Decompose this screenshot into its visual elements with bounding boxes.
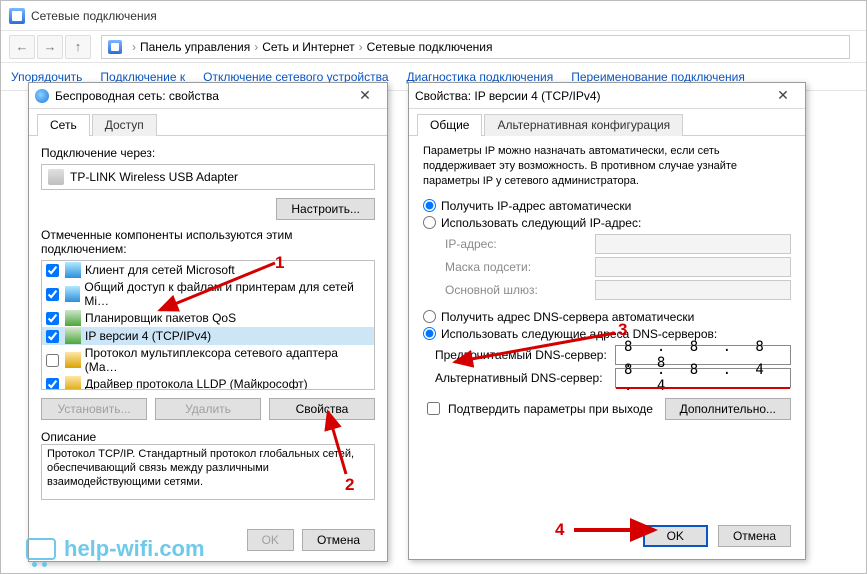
component-checkbox[interactable] [46,312,59,325]
list-item: Протокол мультиплексора сетевого адаптер… [42,345,374,375]
chevron-right-icon: › [359,40,363,54]
explorer-titlebar: Сетевые подключения [1,1,866,31]
close-icon[interactable]: ✕ [767,86,799,106]
explorer-navbar: ← → ↑ › Панель управления › Сеть и Интер… [1,31,866,63]
ip-auto-label: Получить IP-адрес автоматически [441,199,631,213]
breadcrumb[interactable]: › Панель управления › Сеть и Интернет › … [101,35,850,59]
component-checkbox[interactable] [46,288,59,301]
adapter-name: TP-LINK Wireless USB Adapter [70,170,238,184]
nav-back-button[interactable]: ← [9,35,35,59]
ip-manual-radio[interactable] [423,216,436,229]
cancel-button[interactable]: Отмена [718,525,791,547]
dns2-label: Альтернативный DNS-сервер: [435,371,615,385]
connect-via-label: Подключение через: [41,146,375,160]
dlg1-title: Беспроводная сеть: свойства [55,89,349,103]
dlg1-titlebar: Беспроводная сеть: свойства ✕ [29,83,387,109]
chevron-right-icon: › [132,40,136,54]
remove-button[interactable]: Удалить [155,398,261,420]
share-icon [65,286,80,302]
ip-address-label: IP-адрес: [445,237,595,251]
ipv4-info-text: Параметры IP можно назначать автоматичес… [423,144,791,189]
list-item: Планировщик пакетов QoS [42,309,374,327]
properties-button[interactable]: Свойства [269,398,375,420]
ip-address-input [595,234,791,254]
tab-general[interactable]: Общие [417,114,482,136]
ipv4-properties-dialog: Свойства: IP версии 4 (TCP/IPv4) ✕ Общие… [408,82,806,560]
subnet-mask-label: Маска подсети: [445,260,595,274]
adapter-icon [48,169,64,185]
gateway-input [595,280,791,300]
dlg1-body: Подключение через: TP-LINK Wireless USB … [29,136,387,510]
component-checkbox[interactable] [46,330,59,343]
ip-manual-label: Использовать следующий IP-адрес: [441,216,641,230]
adapter-properties-dialog: Беспроводная сеть: свойства ✕ Сеть Досту… [28,82,388,562]
install-button[interactable]: Установить... [41,398,147,420]
dlg2-title: Свойства: IP версии 4 (TCP/IPv4) [415,89,767,103]
crumb-network[interactable]: Сеть и Интернет [262,40,354,54]
component-label: Общий доступ к файлам и принтерам для се… [84,280,370,308]
ok-button[interactable]: OK [247,529,294,551]
crumb-control-panel[interactable]: Панель управления [140,40,250,54]
component-label: Драйвер протокола LLDP (Майкрософт) [85,377,308,390]
close-icon[interactable]: ✕ [349,86,381,106]
list-item: Общий доступ к файлам и принтерам для се… [42,279,374,309]
dlg2-tabs: Общие Альтернативная конфигурация [409,113,805,136]
component-checkbox[interactable] [46,264,59,277]
list-item: Клиент для сетей Microsoft [42,261,374,279]
chevron-right-icon: › [254,40,258,54]
ok-button[interactable]: OK [643,525,708,547]
cancel-button[interactable]: Отмена [302,529,375,551]
confirm-exit-checkbox[interactable] [427,402,440,415]
gateway-label: Основной шлюз: [445,283,595,297]
explorer-title: Сетевые подключения [31,9,157,23]
dns-auto-radio[interactable] [423,310,436,323]
tab-alt-config[interactable]: Альтернативная конфигурация [484,114,683,136]
watermark-text: help-wifi.com [64,536,205,562]
confirm-exit-label: Подтвердить параметры при выходе [448,402,653,416]
qos-icon [65,310,81,326]
crumb-connections[interactable]: Сетевые подключения [367,40,493,54]
component-label: IP версии 4 (TCP/IPv4) [85,329,211,343]
components-label: Отмеченные компоненты используются этим … [41,228,375,256]
wifi-icon [35,89,49,103]
component-checkbox[interactable] [46,378,59,391]
dlg2-titlebar: Свойства: IP версии 4 (TCP/IPv4) ✕ [409,83,805,109]
dns1-label: Предпочитаемый DNS-сервер: [435,348,615,362]
component-label: Протокол мультиплексора сетевого адаптер… [85,346,370,374]
component-label: Клиент для сетей Microsoft [85,263,235,277]
tab-sharing[interactable]: Доступ [92,114,157,136]
network-icon [9,8,25,24]
description-title: Описание [41,430,375,444]
dns-manual-radio[interactable] [423,327,436,340]
nav-up-button[interactable]: ↑ [65,35,91,59]
advanced-button[interactable]: Дополнительно... [665,398,791,420]
lldp-icon [65,376,81,390]
dns2-input[interactable]: 8 . 8 . 4 . 4 [615,368,791,388]
list-item-selected: IP версии 4 (TCP/IPv4) [42,327,374,345]
component-label: Планировщик пакетов QoS [85,311,236,325]
configure-button[interactable]: Настроить... [276,198,375,220]
components-list[interactable]: Клиент для сетей Microsoft Общий доступ … [41,260,375,390]
router-icon [26,538,56,560]
dlg1-tabs: Сеть Доступ [29,113,387,136]
dns-auto-label: Получить адрес DNS-сервера автоматически [441,310,694,324]
subnet-mask-input [595,257,791,277]
description-box: Протокол TCP/IP. Стандартный протокол гл… [41,444,375,500]
tab-network[interactable]: Сеть [37,114,90,136]
nav-fwd-button[interactable]: → [37,35,63,59]
component-checkbox[interactable] [46,354,59,367]
list-item: Драйвер протокола LLDP (Майкрософт) [42,375,374,390]
adapter-box: TP-LINK Wireless USB Adapter [41,164,375,190]
dlg2-body: Параметры IP можно назначать автоматичес… [409,136,805,428]
ip-auto-radio[interactable] [423,199,436,212]
client-icon [65,262,81,278]
watermark: help-wifi.com [26,536,205,562]
network-icon [108,40,122,54]
mux-icon [65,352,81,368]
ipv4-icon [65,328,81,344]
